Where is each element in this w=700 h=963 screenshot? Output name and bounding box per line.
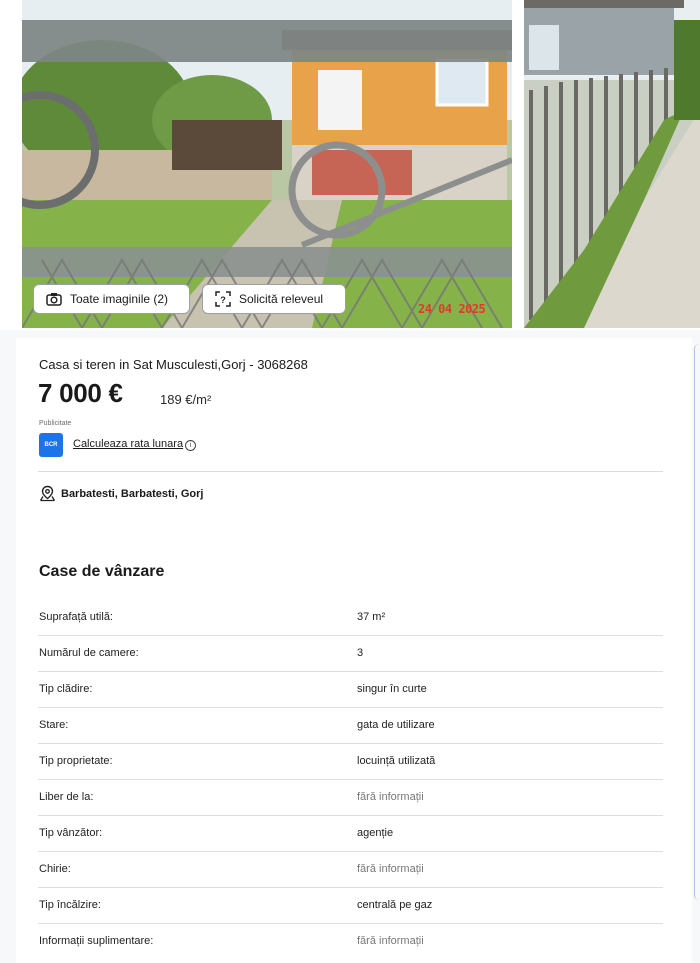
spec-label: Tip proprietate: [39,755,113,767]
spec-value: singur în curte [357,683,427,695]
advertising-label: Publicitate [39,420,72,427]
all-images-button[interactable]: Toate imaginile (2) [33,284,190,314]
spec-row-seller-type: Tip vânzător: agenție [38,816,663,852]
spec-value: centrală pe gaz [357,899,433,911]
listing-title: Casa si teren in Sat Musculesti,Gorj - 3… [39,357,308,372]
spec-label: Tip clădire: [39,683,93,695]
spec-label: Numărul de camere: [39,647,139,659]
request-survey-label: Solicită releveul [239,292,324,306]
calculate-monthly-rate-link[interactable]: Calculeaza rata lunara [73,438,183,450]
spec-label: Stare: [39,719,69,731]
spec-row-building-type: Tip clădire: singur în curte [38,672,663,708]
all-images-label: Toate imaginile (2) [70,292,169,306]
spec-value: fără informații [357,863,424,875]
spec-row-rooms: Numărul de camere: 3 [38,636,663,672]
price-per-sqm: 189 €/m² [160,392,212,407]
spec-row-additional-info: Informații suplimentare: fără informații [38,924,663,959]
spec-row-heating-type: Tip încălzire: centrală pe gaz [38,888,663,924]
spec-label: Informații suplimentare: [39,935,154,947]
camera-icon [46,291,62,307]
spec-value: 3 [357,647,364,659]
spec-row-condition: Stare: gata de utilizare [38,708,663,744]
spec-label: Chirie: [39,863,71,875]
bank-logo: BCR [39,433,63,457]
spec-value: locuință utilizată [357,755,436,767]
spec-value: gata de utilizare [357,719,435,731]
request-survey-button[interactable]: ? Solicită releveul [202,284,346,314]
spec-value: fără informații [357,935,424,947]
specs-section-title: Case de vânzare [39,563,165,580]
spec-row-rent: Chirie: fără informații [38,852,663,888]
side-panel-edge [694,344,699,900]
spec-label: Tip vânzător: [39,827,103,839]
listing-location[interactable]: Barbatesti, Barbatesti, Gorj [61,488,203,500]
info-icon[interactable]: i [185,440,196,451]
secondary-photo[interactable] [524,0,700,328]
spec-row-property-type: Tip proprietate: locuință utilizată [38,744,663,780]
location-pin-icon [39,485,56,502]
main-photo[interactable] [22,0,512,328]
spec-row-available-from: Liber de la: fără informații [38,780,663,816]
specs-table: Suprafață utilă: 37 m² Numărul de camere… [38,600,663,959]
scan-icon: ? [215,291,231,307]
spec-label: Tip încălzire: [39,899,101,911]
divider [38,471,663,472]
spec-value: fără informații [357,791,424,803]
photo-gallery: Toate imaginile (2) ? Solicită releveul … [0,0,700,330]
photo-date-stamp: 24 04 2025 [418,302,486,316]
spec-row-usable-area: Suprafață utilă: 37 m² [38,600,663,636]
spec-label: Suprafață utilă: [39,611,113,623]
spec-value: 37 m² [357,611,386,623]
spec-value: agenție [357,827,394,839]
listing-price: 7 000 € [38,378,123,408]
svg-text:?: ? [220,295,226,305]
spec-label: Liber de la: [39,791,94,803]
